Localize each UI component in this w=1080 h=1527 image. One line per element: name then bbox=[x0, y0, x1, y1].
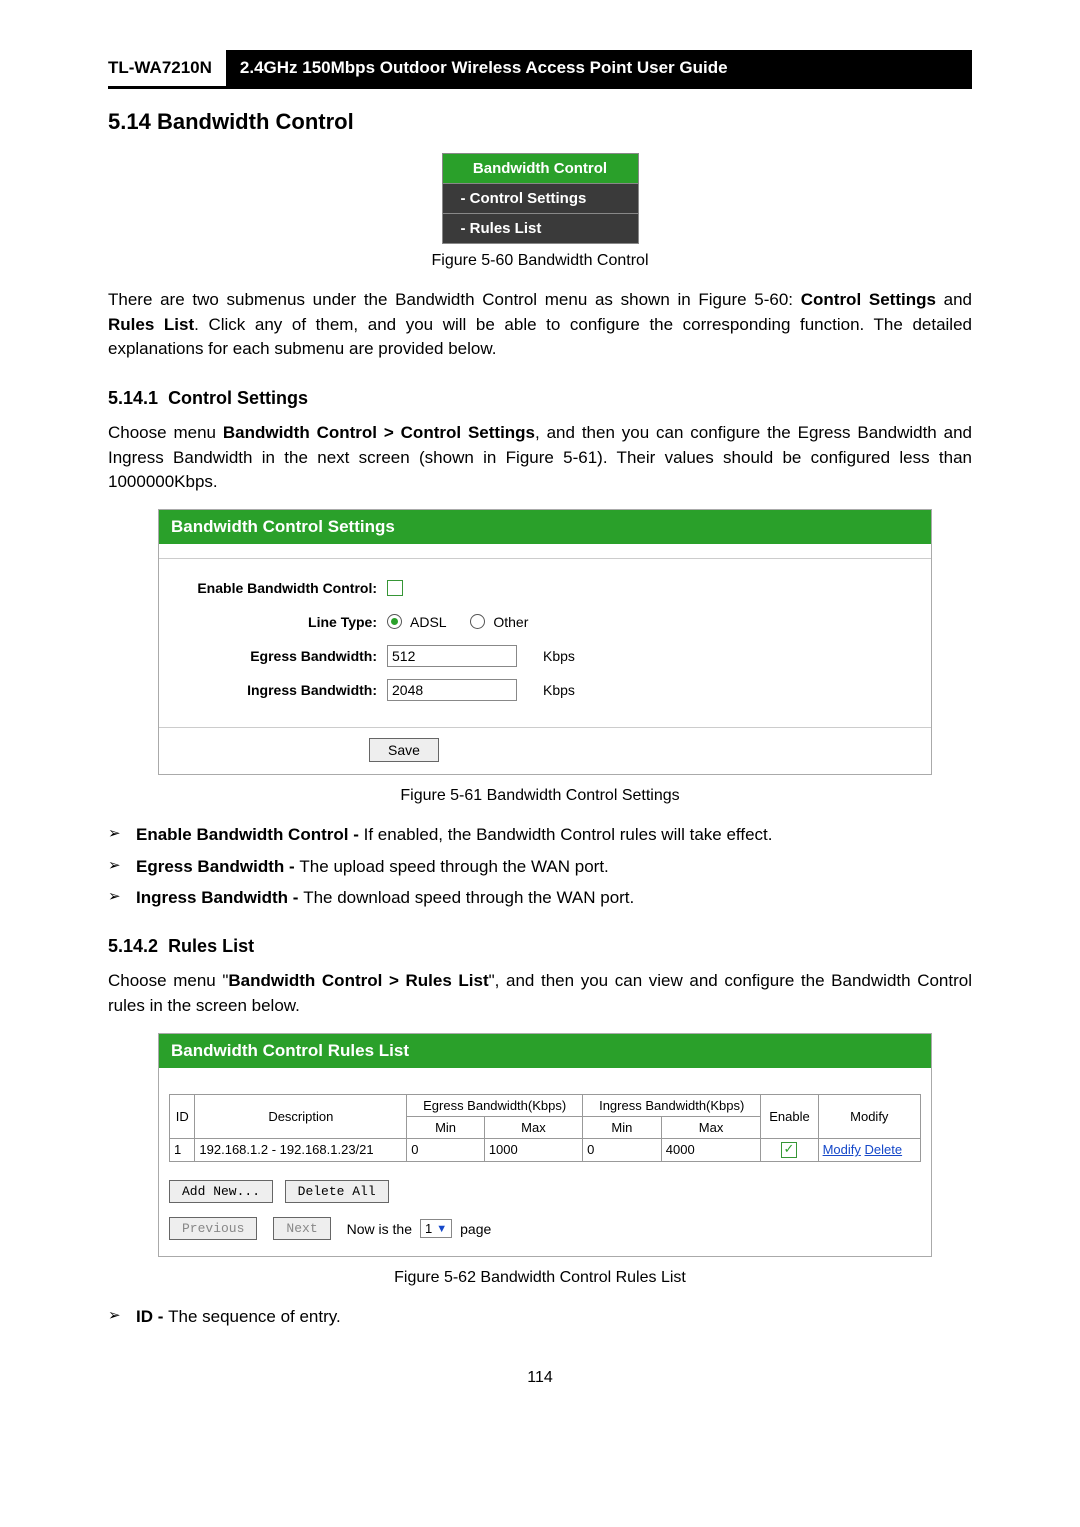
radio-adsl[interactable] bbox=[387, 614, 402, 629]
menu-head: Bandwidth Control bbox=[443, 154, 638, 184]
menu-item-control-settings[interactable]: - Control Settings bbox=[443, 184, 638, 214]
add-new-button[interactable]: Add New... bbox=[169, 1180, 273, 1203]
cell-desc: 192.168.1.2 - 192.168.1.23/21 bbox=[195, 1138, 407, 1162]
rules-panel-title: Bandwidth Control Rules List bbox=[159, 1034, 931, 1068]
col-modify: Modify bbox=[818, 1094, 920, 1138]
bandwidth-control-settings-panel: Bandwidth Control Settings Enable Bandwi… bbox=[158, 509, 932, 775]
col-id: ID bbox=[170, 1094, 195, 1138]
settings-bullets: Enable Bandwidth Control - If enabled, t… bbox=[108, 823, 972, 910]
delete-all-button[interactable]: Delete All bbox=[285, 1180, 389, 1203]
rules-table: ID Description Egress Bandwidth(Kbps) In… bbox=[169, 1094, 921, 1163]
radio-adsl-label: ADSL bbox=[410, 614, 447, 630]
col-emin: Min bbox=[407, 1116, 485, 1138]
ingress-unit: Kbps bbox=[543, 682, 575, 698]
next-button[interactable]: Next bbox=[273, 1217, 330, 1240]
bullet-ingress: Ingress Bandwidth - The download speed t… bbox=[108, 886, 972, 910]
col-desc: Description bbox=[195, 1094, 407, 1138]
bullet-egress: Egress Bandwidth - The upload speed thro… bbox=[108, 855, 972, 879]
ingress-input[interactable]: 2048 bbox=[387, 679, 517, 701]
section-heading: 5.14 Bandwidth Control bbox=[108, 109, 972, 135]
cell-imin: 0 bbox=[583, 1138, 662, 1162]
figure-62-caption: Figure 5-62 Bandwidth Control Rules List bbox=[108, 1269, 972, 1287]
rules-bullets: ID - The sequence of entry. bbox=[108, 1305, 972, 1329]
radio-other-label: Other bbox=[493, 614, 528, 630]
row-enable-checkbox[interactable] bbox=[781, 1142, 797, 1158]
cell-emax: 1000 bbox=[484, 1138, 582, 1162]
figure-61-caption: Figure 5-61 Bandwidth Control Settings bbox=[108, 787, 972, 805]
save-button[interactable]: Save bbox=[369, 738, 439, 762]
model-label: TL-WA7210N bbox=[108, 50, 226, 86]
subsection-control-settings: 5.14.1 Control Settings bbox=[108, 388, 972, 409]
cell-emin: 0 bbox=[407, 1138, 485, 1162]
menu-item-rules-list[interactable]: - Rules List bbox=[443, 214, 638, 243]
line-type-label: Line Type: bbox=[177, 614, 387, 630]
col-imax: Max bbox=[661, 1116, 761, 1138]
rules-list-panel: Bandwidth Control Rules List ID Descript… bbox=[158, 1033, 932, 1258]
subsection-rules-list: 5.14.2 Rules List bbox=[108, 936, 972, 957]
pager-prefix: Now is the bbox=[347, 1221, 412, 1237]
bandwidth-control-menu: Bandwidth Control - Control Settings - R… bbox=[442, 153, 639, 244]
figure-60-caption: Figure 5-60 Bandwidth Control bbox=[108, 252, 972, 270]
guide-title: 2.4GHz 150Mbps Outdoor Wireless Access P… bbox=[226, 50, 972, 86]
egress-unit: Kbps bbox=[543, 648, 575, 664]
chevron-down-icon: ▼ bbox=[436, 1223, 447, 1235]
pager-suffix: page bbox=[460, 1221, 491, 1237]
delete-link[interactable]: Delete bbox=[865, 1142, 903, 1157]
page-header: TL-WA7210N 2.4GHz 150Mbps Outdoor Wirele… bbox=[108, 50, 972, 89]
col-enable: Enable bbox=[761, 1094, 818, 1138]
rules-list-paragraph: Choose menu "Bandwidth Control > Rules L… bbox=[108, 969, 972, 1018]
radio-other[interactable] bbox=[470, 614, 485, 629]
egress-input[interactable]: 512 bbox=[387, 645, 517, 667]
cell-id: 1 bbox=[170, 1138, 195, 1162]
col-egress: Egress Bandwidth(Kbps) bbox=[407, 1094, 583, 1116]
bullet-id: ID - The sequence of entry. bbox=[108, 1305, 972, 1329]
page-number: 114 bbox=[108, 1369, 972, 1387]
cell-imax: 4000 bbox=[661, 1138, 761, 1162]
enable-label: Enable Bandwidth Control: bbox=[177, 580, 387, 596]
control-settings-paragraph: Choose menu Bandwidth Control > Control … bbox=[108, 421, 972, 495]
enable-checkbox[interactable] bbox=[387, 580, 403, 596]
table-row: 1 192.168.1.2 - 192.168.1.23/21 0 1000 0… bbox=[170, 1138, 921, 1162]
intro-paragraph: There are two submenus under the Bandwid… bbox=[108, 288, 972, 362]
page-select[interactable]: 1 ▼ bbox=[420, 1219, 452, 1238]
ingress-label: Ingress Bandwidth: bbox=[177, 682, 387, 698]
col-emax: Max bbox=[484, 1116, 582, 1138]
bullet-enable: Enable Bandwidth Control - If enabled, t… bbox=[108, 823, 972, 847]
previous-button[interactable]: Previous bbox=[169, 1217, 257, 1240]
settings-panel-title: Bandwidth Control Settings bbox=[159, 510, 931, 544]
modify-link[interactable]: Modify bbox=[823, 1142, 861, 1157]
egress-label: Egress Bandwidth: bbox=[177, 648, 387, 664]
col-ingress: Ingress Bandwidth(Kbps) bbox=[583, 1094, 761, 1116]
col-imin: Min bbox=[583, 1116, 662, 1138]
